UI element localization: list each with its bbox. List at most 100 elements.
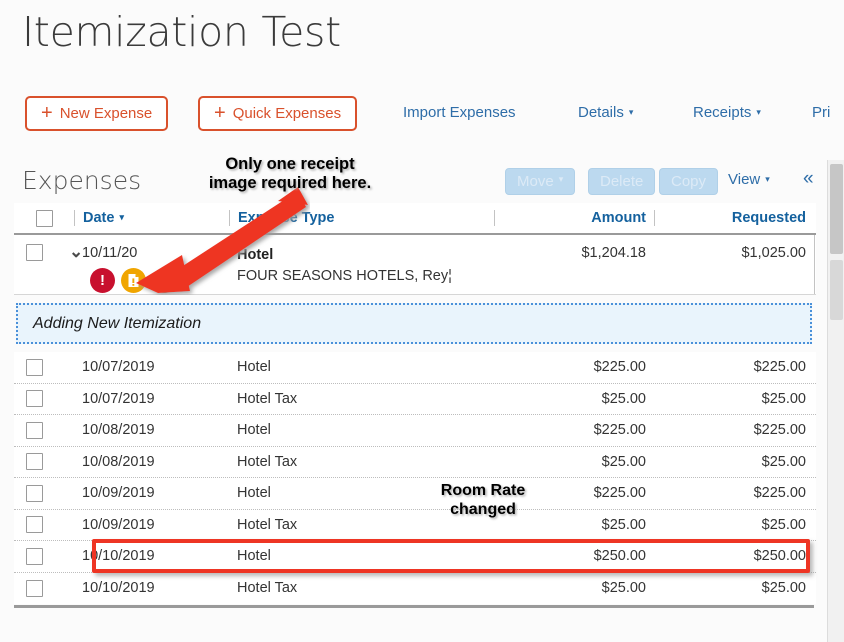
itemization-expense-type: Hotel Tax — [237, 390, 298, 407]
itemization-amount: $25.00 — [601, 516, 646, 533]
receipt-page-glyph — [128, 274, 139, 287]
print-menu[interactable]: Pri — [812, 104, 830, 121]
itemization-requested: $25.00 — [761, 516, 806, 533]
table-row[interactable]: 10/10/2019 Hotel $250.00 $250.00 — [14, 541, 816, 573]
itemization-amount: $225.00 — [593, 485, 646, 502]
row-select-cell — [14, 484, 74, 502]
table-row[interactable]: 10/08/2019 Hotel $225.00 $225.00 — [14, 415, 816, 447]
import-expenses-link[interactable]: Import Expenses — [403, 104, 516, 121]
itemization-date: 10/10/2019 — [82, 548, 155, 565]
parent-row-requested: $1,025.00 — [741, 245, 806, 261]
view-label: View — [728, 171, 761, 188]
expand-row-icon[interactable]: ⌄ — [69, 243, 83, 260]
adding-new-itemization-label: Adding New Itemization — [33, 314, 202, 332]
receipts-menu[interactable]: Receipts ▾ — [693, 104, 761, 121]
move-button[interactable]: Move ▾ — [505, 168, 576, 195]
details-menu[interactable]: Details ▾ — [578, 104, 633, 121]
adding-new-itemization-banner: Adding New Itemization — [16, 303, 812, 344]
itemization-requested: $25.00 — [761, 453, 806, 470]
row-checkbox[interactable] — [26, 421, 43, 439]
row-checkbox[interactable] — [26, 244, 43, 261]
expense-status-icons: ! — [90, 268, 177, 293]
row-checkbox[interactable] — [26, 358, 43, 376]
delete-button[interactable]: Delete — [588, 168, 656, 195]
itemization-amount: $25.00 — [601, 453, 646, 470]
row-select-cell — [14, 235, 74, 294]
exception-glyph: ! — [100, 272, 105, 289]
itemization-expense-type: Hotel — [237, 422, 271, 439]
plus-icon: + — [214, 101, 226, 124]
column-header-date-label: Date — [83, 210, 115, 226]
scrollbar-thumb-secondary[interactable] — [830, 260, 843, 320]
itemization-date: 10/07/2019 — [82, 390, 155, 407]
row-checkbox[interactable] — [26, 547, 43, 565]
new-expense-button[interactable]: + New Expense — [25, 96, 169, 131]
exception-icon[interactable]: ! — [90, 268, 115, 293]
expenses-section-title: Expenses — [22, 166, 142, 195]
itemization-expense-type: Hotel — [237, 359, 271, 376]
itemization-rows: 10/07/2019 Hotel $225.00 $225.00 10/07/2019 H… — [14, 352, 816, 604]
itemization-requested: $225.00 — [753, 485, 806, 502]
grid-header-row: Date ▾ Expense Type Amount Requested — [14, 203, 816, 235]
itemization-amount: $25.00 — [601, 580, 646, 597]
quick-expenses-button[interactable]: + Quick Expenses — [198, 96, 358, 131]
allocation-icon[interactable] — [152, 268, 177, 293]
action-toolbar: + New Expense + Quick Expenses Import Ex… — [0, 96, 844, 140]
row-checkbox[interactable] — [26, 453, 43, 471]
quick-expenses-label: Quick Expenses — [232, 105, 342, 122]
itemization-expense-type: Hotel Tax — [237, 516, 298, 533]
row-select-cell — [14, 516, 74, 534]
parent-row-amount: $1,204.18 — [581, 245, 646, 261]
parent-row-vendor: FOUR SEASONS HOTELS, Rey¦ — [237, 268, 452, 285]
new-expense-label: New Expense — [59, 105, 153, 122]
row-checkbox[interactable] — [26, 516, 43, 534]
delete-label: Delete — [600, 173, 644, 190]
row-checkbox[interactable] — [26, 390, 43, 408]
row-select-cell — [14, 547, 74, 565]
grid-bottom-border — [14, 605, 814, 608]
itemization-amount: $25.00 — [601, 390, 646, 407]
chevron-down-icon: ▾ — [756, 107, 761, 117]
row-select-cell — [14, 358, 74, 376]
receipt-required-icon[interactable] — [121, 268, 146, 293]
itemization-date: 10/09/2019 — [82, 516, 155, 533]
table-row[interactable]: 10/07/2019 Hotel $225.00 $225.00 — [14, 352, 816, 384]
collapse-panel-icon[interactable]: « — [803, 169, 814, 188]
table-row[interactable]: 10/08/2019 Hotel Tax $25.00 $25.00 — [14, 446, 816, 478]
itemization-date: 10/07/2019 — [82, 359, 155, 376]
details-label: Details — [578, 104, 624, 121]
column-header-requested[interactable]: Requested — [654, 210, 814, 226]
itemization-requested: $225.00 — [753, 422, 806, 439]
table-row[interactable]: 10/07/2019 Hotel Tax $25.00 $25.00 — [14, 383, 816, 415]
row-checkbox[interactable] — [26, 484, 43, 502]
itemization-date: 10/08/2019 — [82, 422, 155, 439]
itemization-requested: $225.00 — [753, 359, 806, 376]
scrollbar-thumb[interactable] — [830, 164, 843, 254]
row-select-cell — [14, 453, 74, 471]
table-row[interactable]: 10/09/2019 Hotel Tax $25.00 $25.00 — [14, 509, 816, 541]
itemization-expense-type: Hotel Tax — [237, 453, 298, 470]
table-row[interactable]: 10/10/2019 Hotel Tax $25.00 $25.00 — [14, 572, 816, 604]
select-all-checkbox[interactable] — [35, 209, 53, 227]
import-expenses-label: Import Expenses — [403, 104, 516, 121]
itemization-requested: $25.00 — [761, 580, 806, 597]
column-header-date[interactable]: Date ▾ — [74, 210, 229, 226]
row-checkbox[interactable] — [26, 579, 43, 597]
vertical-scrollbar[interactable] — [827, 160, 844, 642]
itemization-expense-type: Hotel — [237, 485, 271, 502]
view-menu[interactable]: View ▾ — [728, 171, 770, 188]
itemization-requested: $25.00 — [761, 390, 806, 407]
chevron-down-icon: ▾ — [558, 174, 564, 184]
parent-row-type-main: Hotel — [237, 247, 274, 263]
itemization-expense-type: Hotel — [237, 548, 271, 565]
column-header-amount[interactable]: Amount — [494, 210, 654, 226]
itemization-date: 10/09/2019 — [82, 485, 155, 502]
column-header-expense-type[interactable]: Expense Type — [229, 210, 494, 226]
copy-button[interactable]: Copy — [659, 168, 719, 195]
page-title: Itemization Test — [22, 8, 341, 56]
itemization-amount: $225.00 — [593, 422, 646, 439]
table-row[interactable]: 10/09/2019 Hotel $225.00 $225.00 — [14, 478, 816, 510]
print-label: Pri — [812, 104, 831, 121]
annotation-receipt-note-line2: image required here. — [208, 174, 372, 193]
row-select-cell — [14, 390, 74, 408]
